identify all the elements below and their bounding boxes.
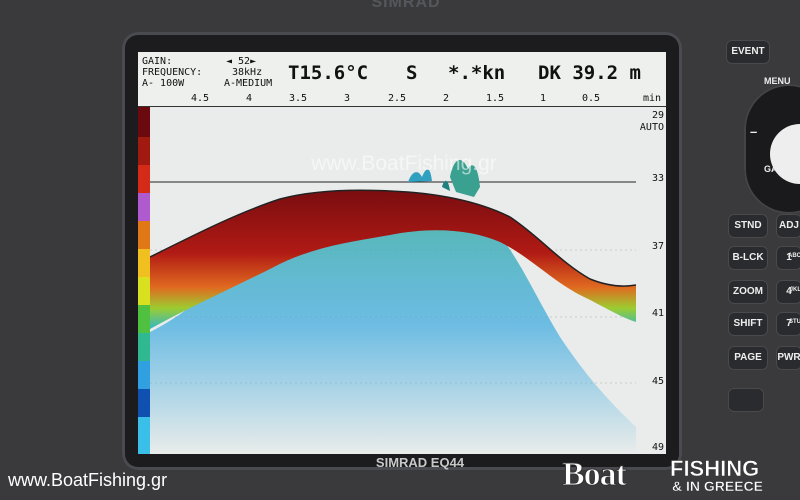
- status-letter: S: [406, 62, 418, 84]
- scale-label: 4: [245, 93, 253, 104]
- time-scale: 4.5 4 3.5 3 2.5 2 1.5 1 0.5 min: [138, 92, 666, 107]
- sonar-screen: GAIN: ◄ 52► FREQUENCY: 38kHz A- 100W A-M…: [138, 52, 666, 454]
- gain-value[interactable]: ◄ 52►: [226, 57, 256, 67]
- depth-label: 45: [651, 376, 664, 387]
- color-swatch: [138, 249, 150, 277]
- event-button[interactable]: EVENT: [726, 40, 770, 64]
- depth-label: 37: [651, 241, 664, 252]
- key-1-letters: ABC: [788, 253, 800, 259]
- adj-button[interactable]: ADJ: [776, 214, 800, 238]
- zoom-button[interactable]: ZOOM: [728, 280, 768, 304]
- frequency-label: FREQUENCY:: [142, 67, 203, 78]
- range-mode: A-MEDIUM: [224, 78, 273, 89]
- frequency-value: 38kHz: [232, 67, 263, 78]
- status-header: GAIN: ◄ 52► FREQUENCY: 38kHz A- 100W A-M…: [138, 52, 666, 93]
- website-watermark: www.BoatFishing.gr: [8, 470, 168, 490]
- depth-label: 33: [651, 173, 664, 184]
- gain-label-key[interactable]: GAIN: [764, 164, 787, 174]
- fishfinder-photo: SIMRAD GAIN: ◄ 52► FREQUENCY: 38kHz A- 1…: [0, 0, 800, 500]
- color-swatch: [138, 333, 150, 361]
- color-swatch: [138, 165, 150, 193]
- logo-greece-text: & IN GREECE: [672, 478, 764, 494]
- scale-label: 1.5: [485, 93, 505, 104]
- key-1[interactable]: 1 ABC: [776, 246, 800, 270]
- page-button[interactable]: PAGE: [728, 346, 768, 370]
- menu-label[interactable]: MENU: [764, 76, 791, 86]
- keypad: EVENT MENU – GAIN STND ADJ B-LCK 1 ABC ZO…: [724, 36, 800, 476]
- depth-label: 49: [651, 442, 664, 453]
- color-swatch: [138, 193, 150, 221]
- scale-unit: min: [642, 93, 662, 104]
- key-4-letters: JKL: [789, 287, 800, 293]
- scale-label: 2.5: [387, 93, 407, 104]
- color-swatch: [138, 389, 150, 417]
- power-mode: A- 100W: [142, 78, 185, 89]
- scale-label: 0.5: [581, 93, 601, 104]
- power-button[interactable]: PWR: [776, 346, 800, 370]
- scale-label: 2: [442, 93, 450, 104]
- block-button[interactable]: B-LCK: [728, 246, 768, 270]
- scale-label: 1: [539, 93, 547, 104]
- color-swatch: [138, 277, 150, 305]
- key-4[interactable]: 4 JKL: [776, 280, 800, 304]
- key-7[interactable]: 7 STU: [776, 312, 800, 336]
- shift-button[interactable]: SHIFT: [728, 312, 768, 336]
- brand-label: SIMRAD: [371, 0, 441, 11]
- depth-label: 41: [651, 308, 664, 319]
- key-7-letters: STU: [789, 319, 800, 325]
- boat-speed: *.*kn: [448, 62, 506, 84]
- depth-readout: DK 39.2 m: [538, 62, 641, 84]
- color-swatch: [138, 417, 150, 454]
- color-swatch: [138, 137, 150, 165]
- blank-key[interactable]: [728, 388, 764, 412]
- scale-label: 4.5: [190, 93, 210, 104]
- color-swatch: [138, 221, 150, 249]
- scale-label: 3.5: [288, 93, 308, 104]
- color-swatch: [138, 305, 150, 333]
- depth-label: 29: [651, 110, 664, 121]
- water-temperature: T15.6°C: [288, 62, 369, 84]
- model-label: SIMRAD EQ44: [375, 455, 465, 470]
- depth-auto-label[interactable]: AUTO: [640, 122, 664, 133]
- color-swatch: [138, 361, 150, 389]
- watermark-text: www.BoatFishing.gr: [311, 152, 497, 175]
- signal-color-scale: [138, 107, 150, 454]
- minus-label[interactable]: –: [750, 124, 757, 139]
- color-swatch: [138, 107, 150, 137]
- logo-boat-text: Boat: [562, 456, 628, 494]
- gain-label: GAIN:: [142, 56, 173, 67]
- boatfishing-logo: Boat FISHING & IN GREECE: [562, 456, 794, 496]
- scale-label: 3: [343, 93, 351, 104]
- stnd-button[interactable]: STND: [728, 214, 768, 238]
